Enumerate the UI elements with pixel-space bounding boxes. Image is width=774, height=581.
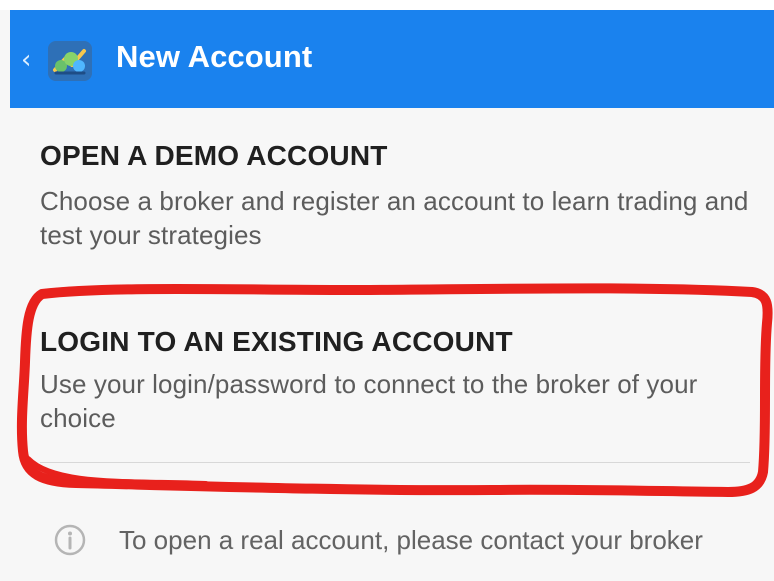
demo-account-heading[interactable]: OPEN A DEMO ACCOUNT [40,140,388,172]
option-divider [40,462,750,463]
info-circle-icon [54,524,86,556]
new-account-screen: ‹ New Account OPEN A DEMO ACCOUNT Choose… [0,0,774,581]
app-bar: ‹ New Account [10,10,774,108]
existing-account-description[interactable]: Use your login/password to connect to th… [40,367,750,435]
metatrader-logo-icon [48,41,92,81]
option-divider [40,289,750,290]
top-blank-strip [0,0,774,10]
real-account-info: To open a real account, please contact y… [53,522,743,558]
real-account-info-text: To open a real account, please contact y… [119,525,703,555]
existing-account-heading[interactable]: LOGIN TO AN EXISTING ACCOUNT [40,326,513,358]
chevron-left-icon[interactable]: ‹ [21,46,41,74]
demo-account-description[interactable]: Choose a broker and register an account … [40,184,750,252]
existing-account-option[interactable]: LOGIN TO AN EXISTING ACCOUNT Use your lo… [40,326,750,436]
page-title: New Account [116,39,313,74]
